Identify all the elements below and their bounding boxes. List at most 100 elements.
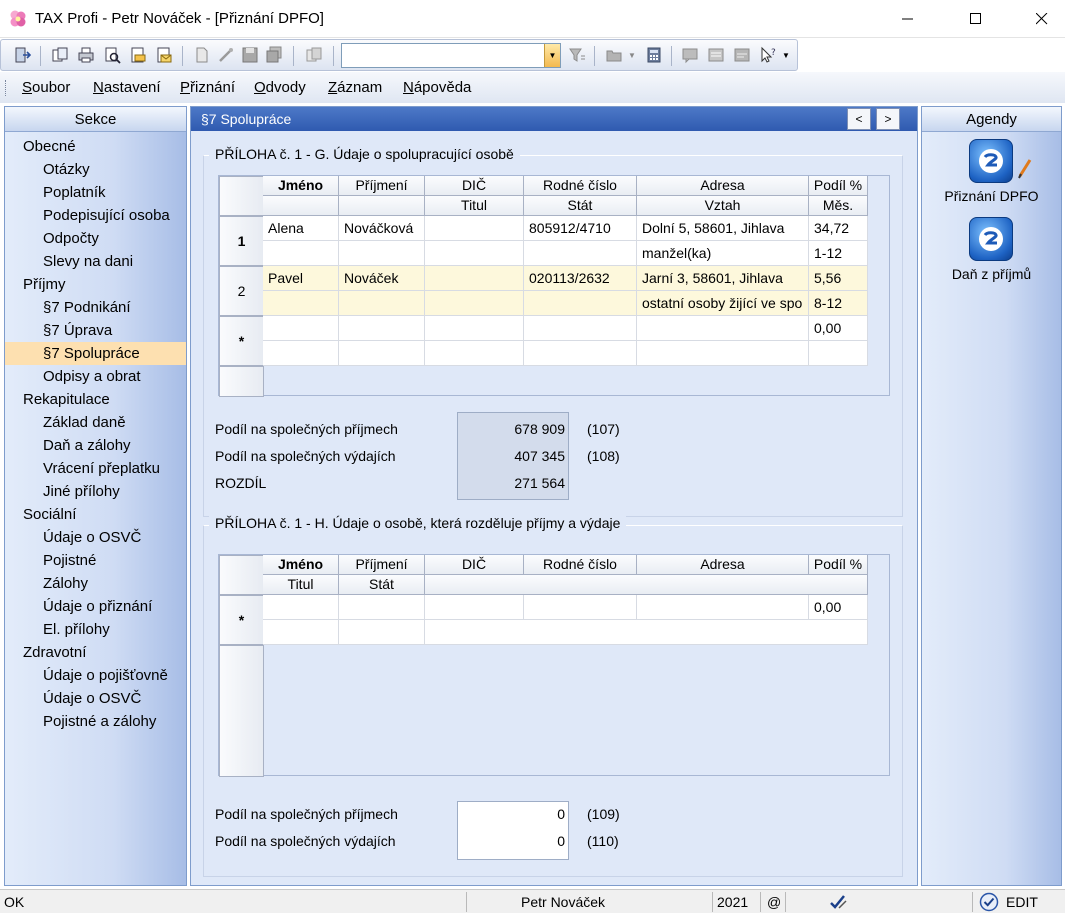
grid-cell[interactable] (339, 241, 425, 266)
column-header[interactable]: DIČ (425, 176, 524, 196)
grid-cell[interactable] (263, 620, 339, 645)
sidebar-item[interactable]: Údaje o přiznání (5, 595, 186, 618)
column-header[interactable]: Rodné číslo (524, 176, 637, 196)
chevron-down-icon[interactable]: ▼ (628, 51, 636, 60)
grid-cell[interactable] (263, 291, 339, 316)
grid-cell[interactable] (809, 341, 868, 366)
sidebar-item[interactable]: Otázky (5, 158, 186, 181)
sidebar-item[interactable]: Poplatník (5, 181, 186, 204)
column-header[interactable]: Příjmení (339, 176, 425, 196)
chevron-down-icon[interactable]: ▼ (782, 51, 790, 60)
grid-cell[interactable] (425, 316, 524, 341)
grid-cell[interactable] (524, 341, 637, 366)
sidebar-item[interactable]: §7 Úprava (5, 319, 186, 342)
grid-cell[interactable] (263, 341, 339, 366)
grid-cell[interactable]: 0,00 (809, 316, 868, 341)
toolbar-folder-button[interactable] (603, 44, 625, 66)
agenda-dan-z-prijmu[interactable]: Daň z příjmů (922, 217, 1061, 282)
toolbar-message-button[interactable] (679, 44, 701, 66)
column-header[interactable]: Adresa (637, 176, 809, 196)
grid-cell[interactable] (524, 316, 637, 341)
menu-soubor[interactable]: Soubor (22, 79, 70, 96)
toolbar-copy-button[interactable] (49, 44, 71, 66)
sidebar-item[interactable]: Jiné přílohy (5, 480, 186, 503)
row-header[interactable]: 2 (219, 266, 264, 316)
grid-cell[interactable]: Nováčková (339, 216, 425, 241)
toolbar-export-button[interactable] (127, 44, 149, 66)
column-header[interactable]: Jméno (263, 555, 339, 575)
toolbar-print-button[interactable] (75, 44, 97, 66)
menu-priznani[interactable]: Přiznání (180, 79, 235, 96)
grid-cell[interactable] (425, 341, 524, 366)
grid-cell[interactable]: 0,00 (809, 595, 868, 620)
toolbar-envelope-button[interactable] (153, 44, 175, 66)
menu-nastaveni[interactable]: Nastavení (93, 79, 161, 96)
sidebar-item[interactable]: Vrácení přeplatku (5, 457, 186, 480)
column-subheader[interactable]: Titul (263, 575, 339, 595)
sidebar-item[interactable]: Daň a zálohy (5, 434, 186, 457)
grid-cell[interactable] (425, 241, 524, 266)
grid-cell[interactable] (263, 241, 339, 266)
toolbar-edit-button[interactable] (215, 44, 237, 66)
grid-cell[interactable]: 8-12 (809, 291, 868, 316)
toolbar-help-button[interactable]: ? (757, 44, 779, 66)
close-button[interactable] (1019, 0, 1065, 38)
grid-cell[interactable]: 805912/4710 (524, 216, 637, 241)
grid-cell[interactable] (425, 291, 524, 316)
next-section-button[interactable]: > (876, 108, 900, 130)
sidebar-item[interactable]: El. přílohy (5, 618, 186, 641)
chevron-down-icon[interactable]: ▼ (544, 44, 560, 67)
grid-cell[interactable] (425, 595, 524, 620)
column-subheader[interactable] (263, 196, 339, 216)
sidebar-item[interactable]: Odpisy a obrat (5, 365, 186, 388)
grid-cell[interactable] (339, 341, 425, 366)
toolbar-form-button[interactable] (731, 44, 753, 66)
maximize-button[interactable] (953, 0, 999, 38)
toolbar-filter-button[interactable] (566, 44, 588, 66)
column-header[interactable]: Rodné číslo (524, 555, 637, 575)
grid-cell[interactable]: Jarní 3, 58601, Jihlava (637, 266, 809, 291)
toolbar-calculator-button[interactable] (643, 44, 665, 66)
grid-cell[interactable]: 020113/2632 (524, 266, 637, 291)
menu-odvody[interactable]: Odvody (254, 79, 306, 96)
grid-cell[interactable] (524, 291, 637, 316)
grid-cell[interactable]: 34,72 (809, 216, 868, 241)
sidebar-item[interactable]: §7 Podnikání (5, 296, 186, 319)
agenda-priznani-dpfo[interactable]: Přiznání DPFO (922, 139, 1061, 204)
toolbar-save-all-button[interactable] (263, 44, 285, 66)
column-header[interactable]: DIČ (425, 555, 524, 575)
sidebar-item[interactable]: Slevy na dani (5, 250, 186, 273)
sidebar-item[interactable]: Podepisující osoba (5, 204, 186, 227)
toolbar-duplicate-button[interactable] (303, 44, 325, 66)
row-header[interactable]: * (219, 595, 264, 645)
sidebar-item[interactable]: §7 Spolupráce (5, 342, 186, 365)
sidebar-item[interactable]: Údaje o OSVČ (5, 526, 186, 549)
column-header[interactable]: Podíl % (809, 176, 868, 196)
menu-napoveda[interactable]: Nápověda (403, 79, 471, 96)
grid-cell[interactable] (263, 595, 339, 620)
minimize-button[interactable] (885, 0, 931, 38)
grid-cell[interactable] (339, 291, 425, 316)
column-header[interactable]: Podíl % (809, 555, 868, 575)
grid-cell[interactable] (524, 241, 637, 266)
sidebar-item[interactable]: Údaje o OSVČ (5, 687, 186, 710)
column-subheader[interactable]: Měs. (809, 196, 868, 216)
grid-cell[interactable] (339, 595, 425, 620)
sidebar-item[interactable]: Pojistné a zálohy (5, 710, 186, 733)
toolbar-preview-button[interactable] (101, 44, 123, 66)
grid-cell[interactable] (425, 620, 868, 645)
grid-cell[interactable] (339, 316, 425, 341)
column-subheader[interactable]: Stát (339, 575, 425, 595)
grid-cell[interactable] (637, 341, 809, 366)
grid-cell[interactable] (524, 595, 637, 620)
grid-cell[interactable]: Dolní 5, 58601, Jihlava (637, 216, 809, 241)
sidebar-group[interactable]: Příjmy (5, 273, 186, 296)
prev-section-button[interactable]: < (847, 108, 871, 130)
sidebar-group[interactable]: Obecné (5, 135, 186, 158)
sidebar-item[interactable]: Údaje o pojišťovně (5, 664, 186, 687)
toolbar-list-button[interactable] (705, 44, 727, 66)
sidebar-group[interactable]: Rekapitulace (5, 388, 186, 411)
grid-cell[interactable] (263, 316, 339, 341)
column-subheader[interactable]: Titul (425, 196, 524, 216)
toolbar-combo[interactable]: ▼ (341, 43, 561, 68)
